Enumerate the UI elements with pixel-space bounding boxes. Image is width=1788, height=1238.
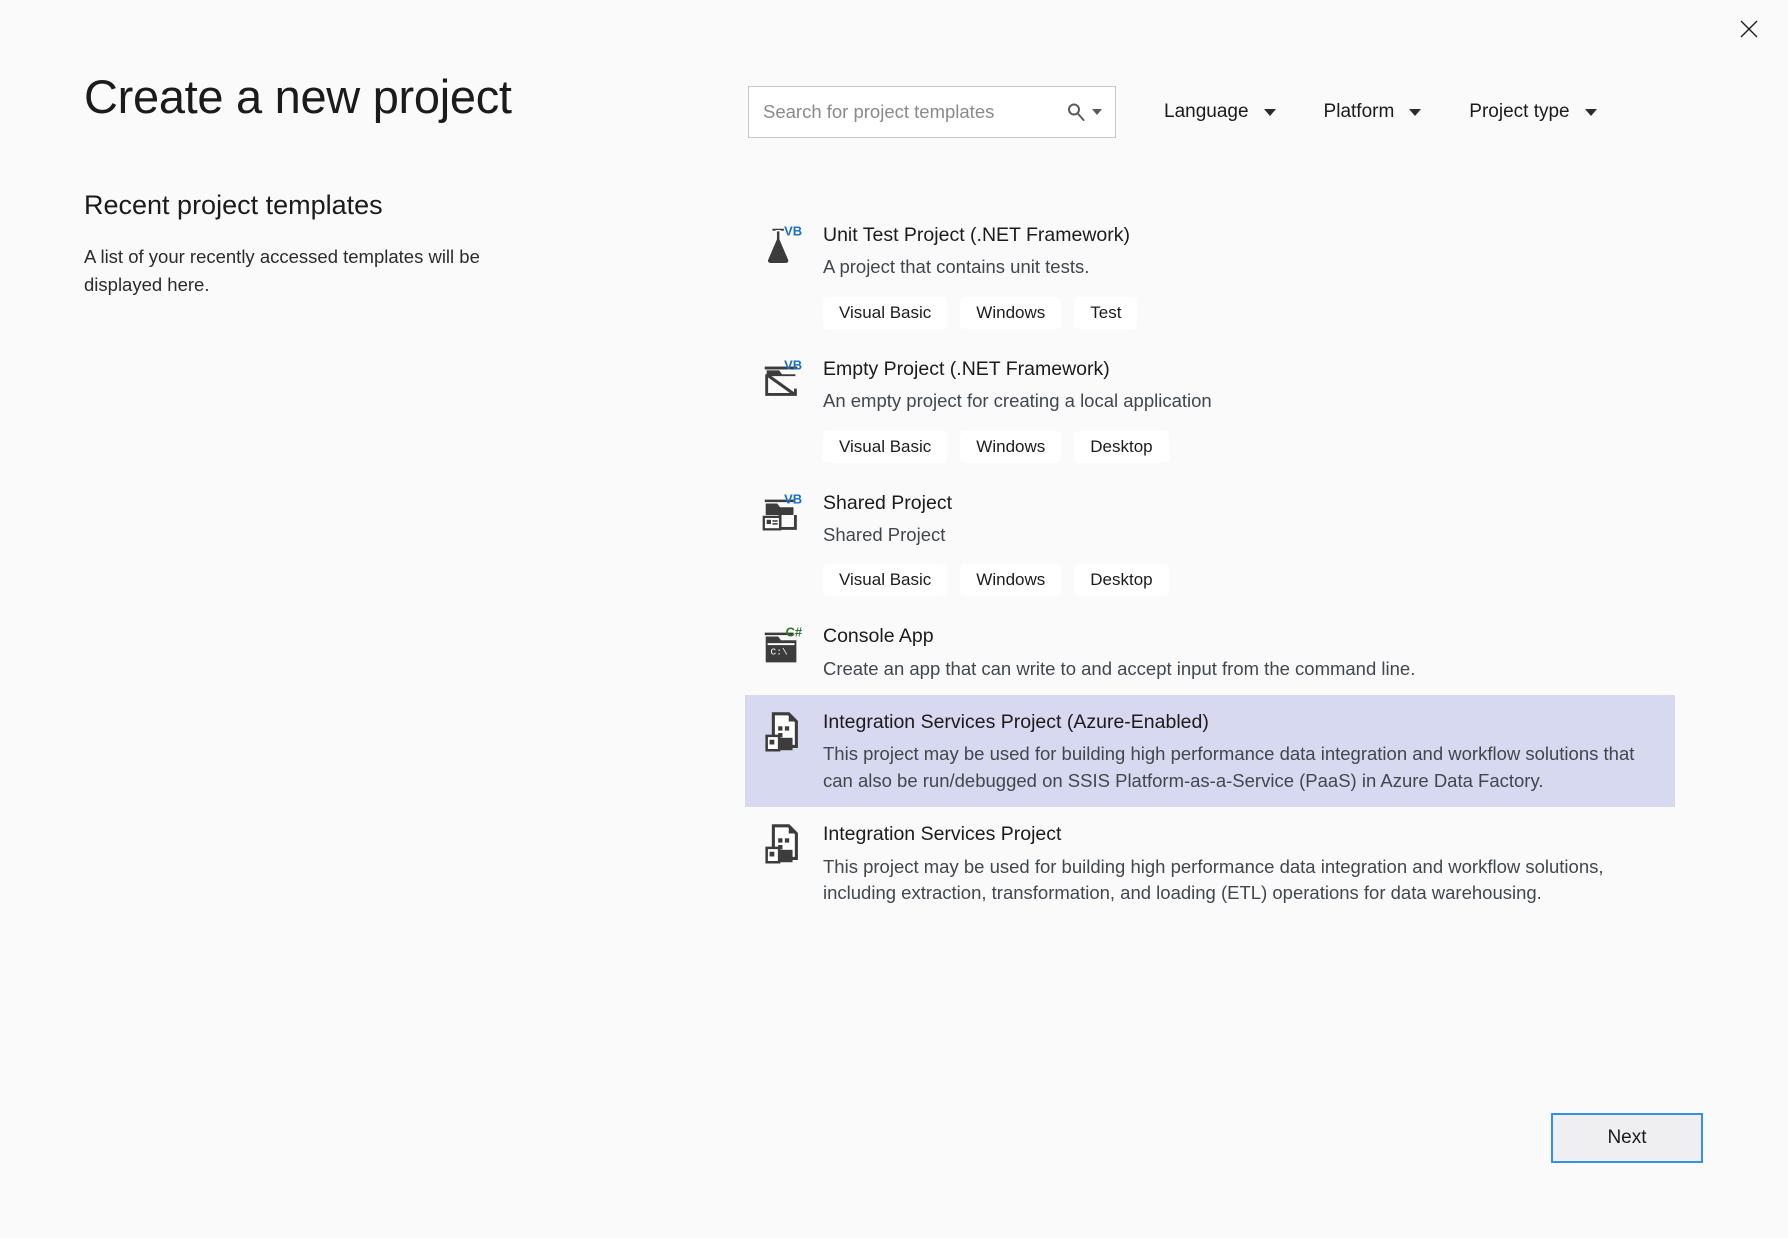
shared-project-vb-icon: VB bbox=[759, 491, 805, 537]
flask-vb-icon: VB bbox=[759, 223, 805, 269]
template-body: Integration Services Project (Azure-Enab… bbox=[823, 708, 1661, 794]
recent-templates-description: A list of your recently accessed templat… bbox=[84, 246, 480, 295]
template-description: An empty project for creating a local ap… bbox=[823, 390, 1212, 412]
template-row[interactable]: VB Shared Project Shared Project Visual Bas… bbox=[745, 476, 1675, 610]
template-name: Shared Project bbox=[823, 491, 952, 514]
template-tag: Windows bbox=[960, 564, 1062, 597]
svg-text:VB: VB bbox=[784, 223, 802, 238]
filter-language[interactable]: Language bbox=[1164, 101, 1276, 123]
filter-language-label: Language bbox=[1164, 101, 1249, 122]
search-input[interactable] bbox=[749, 87, 1066, 137]
search-dropdown-caret-icon[interactable] bbox=[1092, 109, 1115, 115]
template-tag: Test bbox=[1074, 296, 1138, 329]
template-name: Integration Services Project bbox=[823, 823, 1062, 846]
template-description: This project may be used for building hi… bbox=[823, 743, 1635, 791]
template-tag: Visual Basic bbox=[823, 564, 948, 597]
template-tag: Desktop bbox=[1074, 564, 1169, 597]
chevron-down-icon bbox=[1263, 108, 1276, 116]
template-row[interactable]: VB Empty Project (.NET Framework) An empty… bbox=[745, 342, 1675, 476]
recent-templates-heading: Recent project templates bbox=[84, 189, 383, 220]
svg-text:C#: C# bbox=[786, 625, 803, 640]
template-tag: Windows bbox=[960, 430, 1062, 463]
template-description: This project may be used for building hi… bbox=[823, 855, 1604, 904]
template-name: Empty Project (.NET Framework) bbox=[823, 357, 1110, 380]
template-body: Unit Test Project (.NET Framework) A proj… bbox=[823, 221, 1661, 329]
template-description: Shared Project bbox=[823, 523, 946, 545]
template-tags: Visual Basic Windows Test bbox=[823, 296, 1661, 329]
template-tag: Visual Basic bbox=[823, 430, 948, 463]
integration-services-icon bbox=[759, 710, 805, 756]
template-body: Shared Project Shared Project Visual Basic… bbox=[823, 489, 1661, 597]
template-tags: Visual Basic Windows Desktop bbox=[823, 430, 1661, 463]
template-row[interactable]: Integration Services Project This project… bbox=[745, 807, 1675, 919]
filter-platform[interactable]: Platform bbox=[1324, 101, 1422, 123]
template-body: Empty Project (.NET Framework) An empty p… bbox=[823, 355, 1661, 463]
template-row[interactable]: Integration Services Project (Azure-Enab… bbox=[745, 695, 1675, 808]
filter-bar: Language Platform Project type bbox=[748, 86, 1597, 138]
close-icon bbox=[1738, 18, 1760, 43]
create-new-project-dialog: Create a new project Recent project temp… bbox=[0, 0, 1788, 1238]
filter-project-type[interactable]: Project type bbox=[1469, 101, 1597, 123]
template-tags: Visual Basic Windows Desktop bbox=[823, 564, 1661, 597]
template-row[interactable]: C:\ C# Console App Create an app that can w… bbox=[745, 609, 1675, 695]
next-button[interactable]: Next bbox=[1551, 1113, 1703, 1163]
template-list: VB Unit Test Project (.NET Framework) A pr… bbox=[745, 208, 1675, 920]
empty-project-vb-icon: VB bbox=[759, 357, 805, 403]
template-body: Console App Create an app that can write … bbox=[823, 622, 1661, 682]
integration-services-icon bbox=[759, 822, 805, 868]
template-row[interactable]: VB Unit Test Project (.NET Framework) A pr… bbox=[745, 208, 1675, 342]
filter-platform-label: Platform bbox=[1323, 101, 1395, 122]
template-name: Integration Services Project (Azure-Enab… bbox=[823, 711, 1209, 734]
template-name: Console App bbox=[823, 625, 934, 648]
template-tag: Visual Basic bbox=[823, 296, 948, 329]
console-app-csharp-icon: C:\ C# bbox=[759, 624, 805, 670]
template-body: Integration Services Project This project… bbox=[823, 820, 1661, 906]
search-icon[interactable] bbox=[1066, 102, 1092, 122]
template-tag: Windows bbox=[960, 296, 1062, 329]
chevron-down-icon bbox=[1584, 108, 1597, 116]
template-description: A project that contains unit tests. bbox=[823, 256, 1090, 278]
left-panel: Create a new project Recent project temp… bbox=[84, 70, 644, 299]
template-name: Unit Test Project (.NET Framework) bbox=[823, 224, 1131, 246]
svg-text:VB: VB bbox=[784, 491, 802, 506]
chevron-down-icon bbox=[1409, 108, 1422, 116]
close-button[interactable] bbox=[1722, 8, 1776, 52]
page-title: Create a new project bbox=[84, 70, 512, 123]
search-box[interactable] bbox=[748, 86, 1116, 138]
template-tag: Desktop bbox=[1074, 430, 1169, 463]
filter-project-type-label: Project type bbox=[1469, 101, 1570, 122]
template-description: Create an app that can write to and acce… bbox=[823, 657, 1416, 679]
svg-text:C:\: C:\ bbox=[771, 647, 788, 658]
svg-text:VB: VB bbox=[784, 357, 802, 372]
